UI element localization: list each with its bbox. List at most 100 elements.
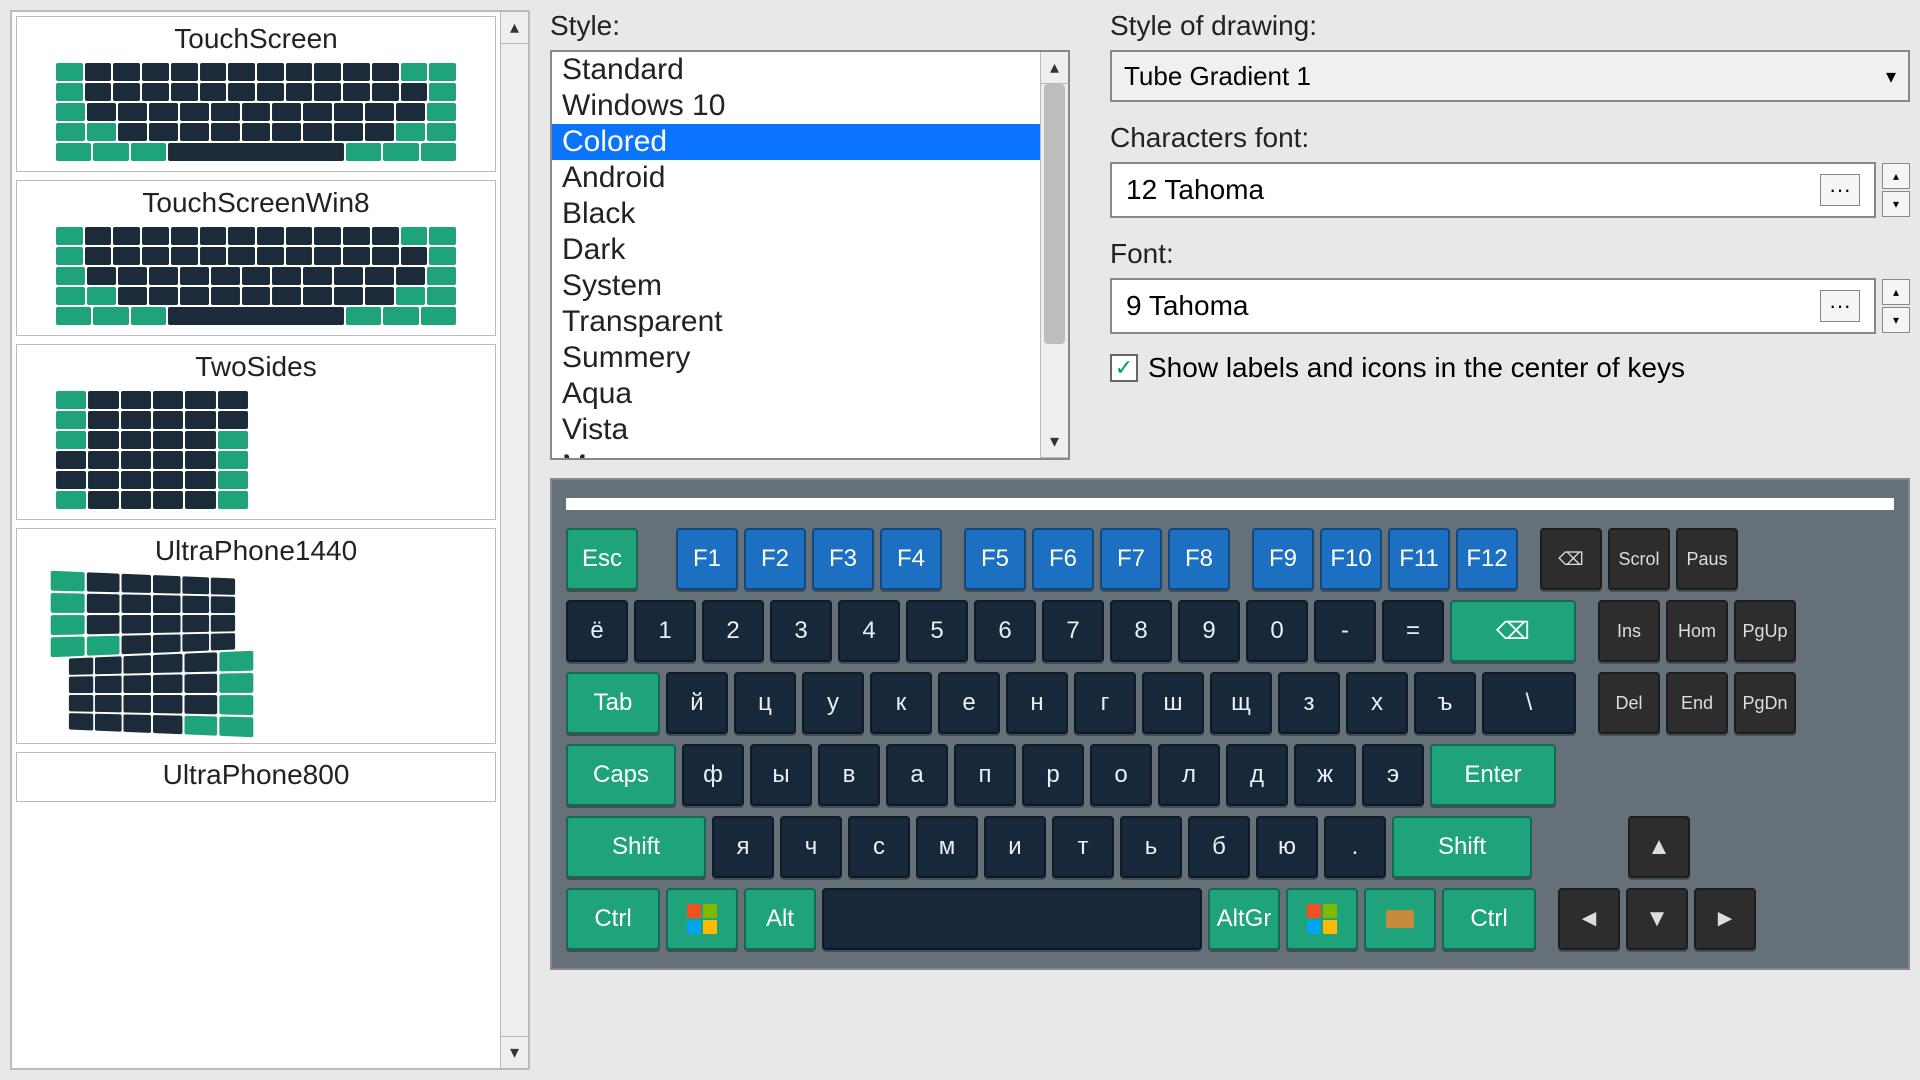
scroll-down-icon[interactable]: ▾: [501, 1036, 528, 1068]
key-6[interactable]: 6: [974, 600, 1036, 662]
key-s[interactable]: ы: [750, 744, 812, 806]
key-arrow-right[interactable]: ►: [1694, 888, 1756, 950]
key-tab[interactable]: Tab: [566, 672, 660, 734]
scroll-up-icon[interactable]: ▴: [501, 12, 528, 44]
key-f10[interactable]: F10: [1320, 528, 1382, 590]
key-insert[interactable]: Ins: [1598, 600, 1660, 662]
key-q[interactable]: й: [666, 672, 728, 734]
key-quote[interactable]: э: [1362, 744, 1424, 806]
key-h[interactable]: р: [1022, 744, 1084, 806]
font-spinner[interactable]: ▴ ▾: [1882, 279, 1910, 333]
style-option[interactable]: Android: [552, 160, 1040, 196]
key-minus[interactable]: -: [1314, 600, 1376, 662]
key-v[interactable]: м: [916, 816, 978, 878]
key-f11[interactable]: F11: [1388, 528, 1450, 590]
key-c[interactable]: с: [848, 816, 910, 878]
key-altgr[interactable]: AltGr: [1208, 888, 1280, 950]
style-option[interactable]: Dark: [552, 232, 1040, 268]
drawing-style-combo[interactable]: Tube Gradient 1 ▾: [1110, 50, 1910, 102]
key-9[interactable]: 9: [1178, 600, 1240, 662]
style-option[interactable]: Aqua: [552, 376, 1040, 412]
key-b[interactable]: и: [984, 816, 1046, 878]
key-f5[interactable]: F5: [964, 528, 1026, 590]
key-z[interactable]: я: [712, 816, 774, 878]
style-option[interactable]: Colored: [552, 124, 1040, 160]
ellipsis-button[interactable]: ···: [1820, 174, 1860, 206]
key-n[interactable]: т: [1052, 816, 1114, 878]
char-font-spinner[interactable]: ▴ ▾: [1882, 163, 1910, 217]
key-u[interactable]: г: [1074, 672, 1136, 734]
key-enter[interactable]: Enter: [1430, 744, 1556, 806]
key-ctrl-right[interactable]: Ctrl: [1442, 888, 1536, 950]
key-alt[interactable]: Alt: [744, 888, 816, 950]
font-field[interactable]: 9 Tahoma ···: [1110, 278, 1876, 334]
key-t[interactable]: е: [938, 672, 1000, 734]
key-win-right[interactable]: [1286, 888, 1358, 950]
scroll-down-icon[interactable]: ▾: [1041, 426, 1068, 458]
key-f7[interactable]: F7: [1100, 528, 1162, 590]
ellipsis-button[interactable]: ···: [1820, 290, 1860, 322]
key-f9[interactable]: F9: [1252, 528, 1314, 590]
key-pageup[interactable]: PgUp: [1734, 600, 1796, 662]
key-bracket-r[interactable]: ъ: [1414, 672, 1476, 734]
key-3[interactable]: 3: [770, 600, 832, 662]
spin-up-icon[interactable]: ▴: [1882, 163, 1910, 189]
key-slash[interactable]: .: [1324, 816, 1386, 878]
key-arrow-up[interactable]: ▲: [1628, 816, 1690, 878]
key-g[interactable]: п: [954, 744, 1016, 806]
key-8[interactable]: 8: [1110, 600, 1172, 662]
key-f1[interactable]: F1: [676, 528, 738, 590]
key-space[interactable]: [822, 888, 1202, 950]
char-font-field[interactable]: 12 Tahoma ···: [1110, 162, 1876, 218]
key-printscreen[interactable]: ⌫: [1540, 528, 1602, 590]
listbox-scrollbar[interactable]: ▴ ▾: [1040, 52, 1068, 458]
layout-item-touchscreen[interactable]: TouchScreen: [16, 16, 496, 172]
key-y[interactable]: н: [1006, 672, 1068, 734]
layout-item-touchscreenwin8[interactable]: TouchScreenWin8: [16, 180, 496, 336]
key-0[interactable]: 0: [1246, 600, 1308, 662]
key-period[interactable]: ю: [1256, 816, 1318, 878]
key-r[interactable]: к: [870, 672, 932, 734]
center-labels-checkbox[interactable]: ✓ Show labels and icons in the center of…: [1110, 352, 1910, 384]
key-f12[interactable]: F12: [1456, 528, 1518, 590]
key-7[interactable]: 7: [1042, 600, 1104, 662]
key-pause[interactable]: Paus: [1676, 528, 1738, 590]
spin-down-icon[interactable]: ▾: [1882, 307, 1910, 333]
key-f3[interactable]: F3: [812, 528, 874, 590]
layout-item-ultraphone800[interactable]: UltraPhone800: [16, 752, 496, 802]
style-option[interactable]: Transparent: [552, 304, 1040, 340]
key-menu[interactable]: [1364, 888, 1436, 950]
scroll-thumb[interactable]: [1044, 84, 1065, 344]
layout-list[interactable]: TouchScreen TouchScreenWin8: [12, 12, 500, 1068]
style-option[interactable]: Mac: [552, 448, 1040, 458]
key-comma[interactable]: б: [1188, 816, 1250, 878]
key-f6[interactable]: F6: [1032, 528, 1094, 590]
key-e[interactable]: у: [802, 672, 864, 734]
key-arrow-down[interactable]: ▼: [1626, 888, 1688, 950]
style-option[interactable]: Black: [552, 196, 1040, 232]
style-option[interactable]: Windows 10: [552, 88, 1040, 124]
key-end[interactable]: End: [1666, 672, 1728, 734]
key-ctrl-left[interactable]: Ctrl: [566, 888, 660, 950]
key-j[interactable]: о: [1090, 744, 1152, 806]
key-f8[interactable]: F8: [1168, 528, 1230, 590]
key-f[interactable]: а: [886, 744, 948, 806]
key-4[interactable]: 4: [838, 600, 900, 662]
style-option[interactable]: Standard: [552, 52, 1040, 88]
key-p[interactable]: з: [1278, 672, 1340, 734]
key-5[interactable]: 5: [906, 600, 968, 662]
key-f4[interactable]: F4: [880, 528, 942, 590]
key-equals[interactable]: =: [1382, 600, 1444, 662]
key-shift-left[interactable]: Shift: [566, 816, 706, 878]
key-l[interactable]: д: [1226, 744, 1288, 806]
key-delete[interactable]: Del: [1598, 672, 1660, 734]
key-win-left[interactable]: [666, 888, 738, 950]
style-option[interactable]: Vista: [552, 412, 1040, 448]
layout-item-ultraphone1440[interactable]: UltraPhone1440: [16, 528, 496, 744]
key-bracket-l[interactable]: х: [1346, 672, 1408, 734]
style-listbox[interactable]: StandardWindows 10ColoredAndroidBlackDar…: [550, 50, 1070, 460]
key-a[interactable]: ф: [682, 744, 744, 806]
key-shift-right[interactable]: Shift: [1392, 816, 1532, 878]
style-option[interactable]: System: [552, 268, 1040, 304]
key-backslash[interactable]: \: [1482, 672, 1576, 734]
